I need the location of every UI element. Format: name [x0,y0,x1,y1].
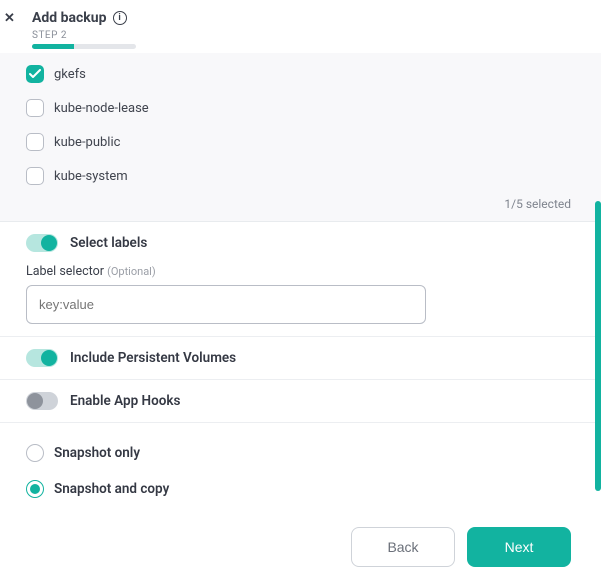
include-pv-toggle[interactable] [26,349,58,367]
label-selector-input[interactable] [26,285,426,324]
radio-label: Snapshot and copy [54,481,169,497]
progress-fill [32,44,74,49]
checkbox-icon[interactable] [26,65,44,83]
namespace-row[interactable]: kube-public [26,125,575,159]
label-selector-text: Label selector [26,264,104,279]
namespace-label: gkefs [54,67,86,82]
select-labels-label: Select labels [70,235,147,251]
checkbox-icon[interactable] [26,133,44,151]
selection-count: 1/5 selected [26,193,575,213]
label-selector-label: Label selector (Optional) [26,264,575,279]
snapshot-section: Snapshot only Snapshot and copy Delete s… [0,423,601,513]
scrollbar-thumb[interactable] [595,201,601,491]
radio-icon[interactable] [26,444,44,462]
namespace-label: kube-public [54,135,120,150]
next-button[interactable]: Next [467,527,571,567]
namespace-label: kube-node-lease [54,101,149,116]
app-hooks-toggle[interactable] [26,392,58,410]
wizard-header: ✕ Add backup i STEP 2 [0,0,601,53]
namespace-row[interactable]: gkefs [26,57,575,91]
radio-label: Snapshot only [54,445,140,461]
include-pv-label: Include Persistent Volumes [70,350,236,366]
namespace-label: kube-system [54,169,128,184]
select-labels-section: Select labels Label selector (Optional) [0,222,601,337]
radio-icon[interactable] [26,480,44,498]
snapshot-only-option[interactable]: Snapshot only [26,435,575,471]
checkbox-icon[interactable] [26,167,44,185]
namespace-row[interactable]: kube-node-lease [26,91,575,125]
select-labels-toggle[interactable] [26,234,58,252]
back-button[interactable]: Back [351,527,455,567]
page-title: Add backup [32,10,107,26]
optional-hint: (Optional) [107,265,156,278]
namespace-list: gkefs kube-node-lease kube-public kube-s… [0,53,601,222]
namespace-row[interactable]: kube-system [26,159,575,193]
form-scroll: gkefs kube-node-lease kube-public kube-s… [0,53,601,513]
progress-bar [32,44,136,49]
snapshot-copy-option[interactable]: Snapshot and copy [26,471,575,507]
app-hooks-label: Enable App Hooks [70,393,180,409]
close-icon[interactable]: ✕ [4,12,15,25]
hooks-section: Enable App Hooks [0,380,601,423]
pv-section: Include Persistent Volumes [0,337,601,380]
step-label: STEP 2 [32,30,583,41]
wizard-footer: Back Next [0,513,601,581]
checkbox-icon[interactable] [26,99,44,117]
info-icon[interactable]: i [113,11,127,25]
